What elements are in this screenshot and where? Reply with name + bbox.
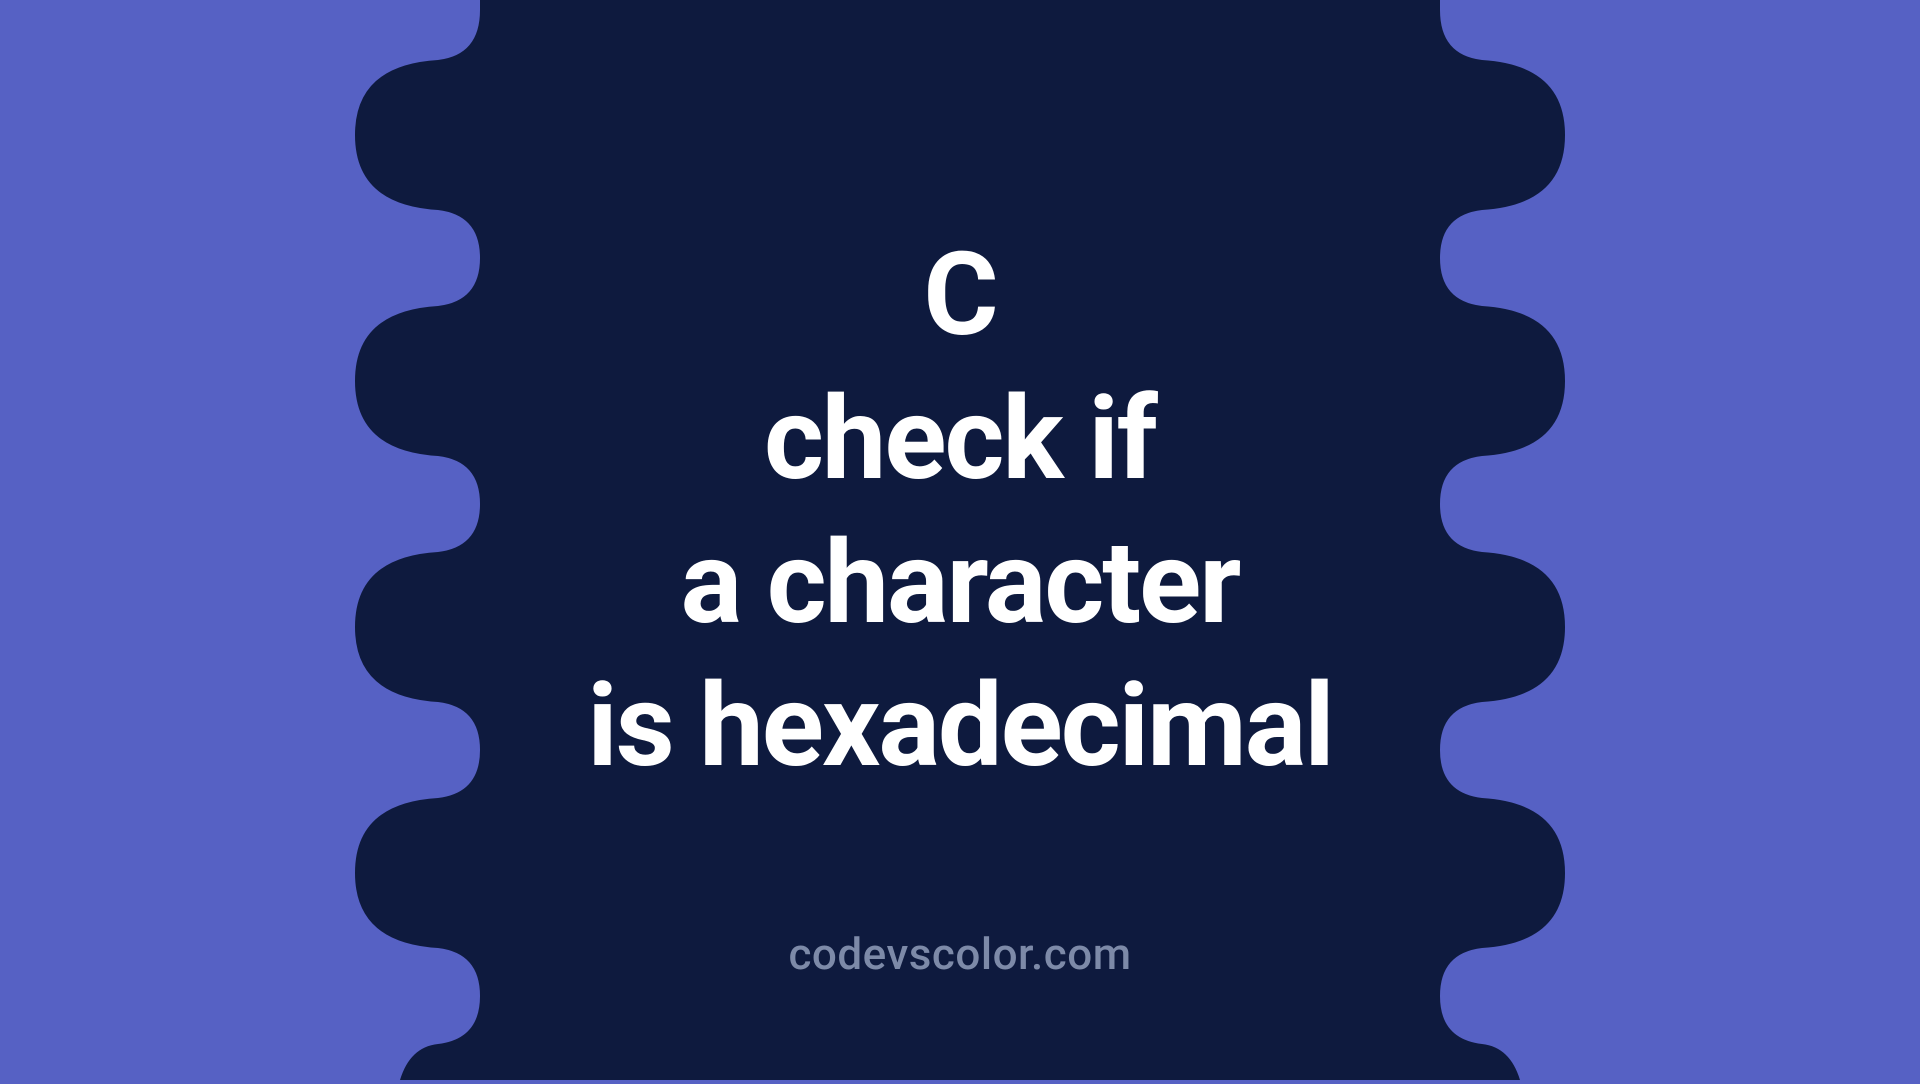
watermark-text: codevscolor.com [788,928,1131,980]
title-container: C check if a character is hexadecimal [0,224,1920,799]
title-line-1: C [0,224,1920,368]
title-line-3: a character [0,511,1920,655]
title-line-2: check if [0,368,1920,512]
title-line-4: is hexadecimal [0,655,1920,799]
